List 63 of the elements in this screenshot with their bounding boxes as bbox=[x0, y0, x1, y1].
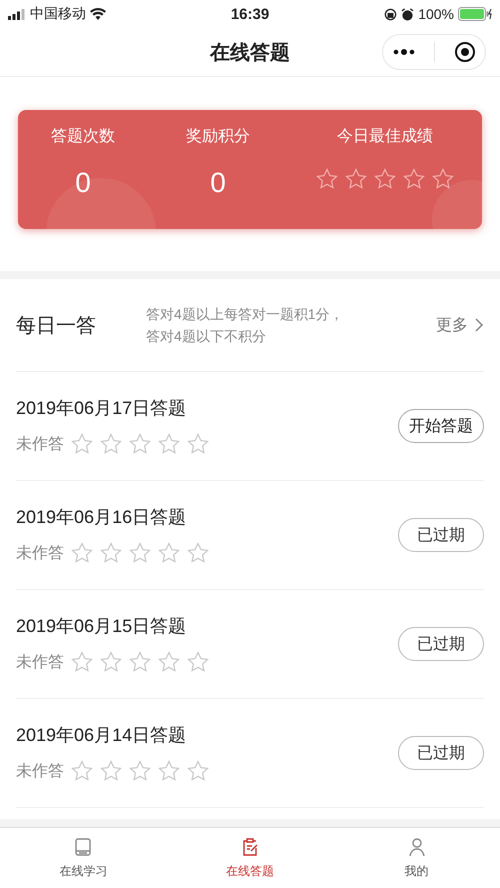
rule-text: 答对4题以下不积分 bbox=[146, 328, 266, 344]
star-icon bbox=[70, 759, 94, 783]
quiz-status: 未作答 bbox=[16, 762, 64, 782]
star-icon bbox=[70, 541, 94, 565]
quiz-status: 未作答 bbox=[16, 544, 64, 564]
star-icon bbox=[157, 541, 181, 565]
star-icon bbox=[99, 650, 123, 674]
star-icon bbox=[70, 650, 94, 674]
expired-button[interactable]: 已过期 bbox=[398, 627, 484, 661]
alarm-icon bbox=[401, 8, 414, 20]
star-icon bbox=[157, 432, 181, 456]
quiz-title: 2019年06月16日答题 bbox=[16, 506, 188, 529]
person-icon bbox=[406, 836, 427, 856]
carrier-name: 中国移动 bbox=[30, 5, 86, 23]
star-icon bbox=[157, 650, 181, 674]
star-icon bbox=[128, 432, 152, 456]
star-icon bbox=[402, 167, 426, 191]
stat-label: 今日最佳成绩 bbox=[337, 126, 433, 147]
chevron-icon bbox=[474, 317, 484, 333]
quiz-status: 未作答 bbox=[16, 434, 64, 454]
rule-text: 答对4题以上每答对一题积1分， bbox=[146, 306, 344, 322]
more-link[interactable]: 更多 bbox=[436, 314, 484, 336]
quiz-title: 2019年06月15日答题 bbox=[16, 615, 188, 638]
section-title: 每日一答 bbox=[16, 314, 97, 338]
star-icon bbox=[128, 650, 152, 674]
stat-value: 0 bbox=[210, 167, 226, 199]
quiz-status: 未作答 bbox=[16, 652, 64, 672]
book-icon bbox=[73, 836, 94, 856]
signal-icon bbox=[8, 8, 26, 20]
tab-item[interactable]: 我的 bbox=[333, 828, 500, 888]
star-icon bbox=[128, 541, 152, 565]
wifi-icon bbox=[90, 8, 106, 20]
page-title: 在线答题 bbox=[210, 40, 290, 66]
tab-item[interactable]: 在线答题 bbox=[166, 828, 334, 888]
quiz-title: 2019年06月17日答题 bbox=[16, 397, 188, 420]
star-icon bbox=[99, 432, 123, 456]
star-icon bbox=[99, 759, 123, 783]
star-icon bbox=[186, 432, 210, 456]
tab-item[interactable]: 在线学习 bbox=[0, 828, 167, 888]
quiz-title: 2019年06月14日答题 bbox=[16, 724, 188, 747]
star-icon bbox=[186, 541, 210, 565]
battery-icon bbox=[458, 7, 492, 21]
stat-label: 奖励积分 bbox=[186, 127, 250, 147]
stat-value: 0 bbox=[75, 167, 91, 199]
star-icon bbox=[99, 541, 123, 565]
clock-time: 16:39 bbox=[230, 6, 270, 22]
star-icon bbox=[431, 167, 455, 191]
star-icon bbox=[373, 167, 397, 191]
expired-button[interactable]: 已过期 bbox=[398, 518, 484, 552]
battery-percent: 100% bbox=[418, 6, 454, 22]
star-icon bbox=[315, 167, 339, 191]
start-button[interactable]: 开始答题 bbox=[398, 409, 484, 443]
close-icon[interactable] bbox=[454, 41, 476, 63]
more-icon[interactable] bbox=[392, 48, 414, 56]
rotation-lock-icon bbox=[384, 8, 398, 20]
star-icon bbox=[344, 167, 368, 191]
star-icon bbox=[70, 432, 94, 456]
expired-button[interactable]: 已过期 bbox=[398, 736, 484, 770]
star-icon bbox=[186, 650, 210, 674]
star-icon bbox=[128, 759, 152, 783]
star-icon bbox=[186, 759, 210, 783]
star-icon bbox=[157, 759, 181, 783]
stat-label: 答题次数 bbox=[51, 127, 115, 147]
